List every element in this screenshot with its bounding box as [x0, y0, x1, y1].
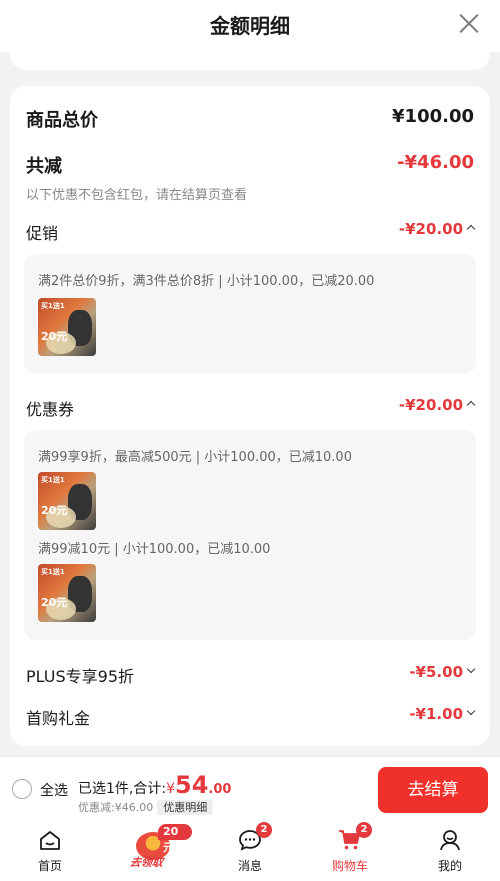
first-gift-value: -¥1.00 — [409, 705, 476, 723]
promo-coupon-entry[interactable]: 20元 去领取 — [124, 822, 192, 881]
select-all-checkbox[interactable] — [12, 779, 32, 799]
thumb-price-text: 20元 — [41, 504, 68, 517]
amount-detail-card: 商品总价 ¥100.00 共减 -¥46.00 以下优惠不包含红包，请在结算页查… — [10, 86, 490, 746]
tab-home[interactable]: 首页 — [20, 822, 80, 881]
header: 金额明细 — [0, 0, 500, 52]
page-title: 金额明细 — [210, 14, 290, 38]
discount-text: 优惠减:¥46.00 — [78, 801, 154, 814]
total-value: ¥100.00 — [392, 106, 474, 127]
coupon-detail-box: 满99享9折，最高减500元 | 小计100.00，已减10.00 买1送1 2… — [24, 430, 476, 640]
first-gift-label: 首购礼金 — [26, 709, 91, 728]
selected-count-text: 已选1件,合计: — [78, 781, 167, 797]
total-summary: 已选1件,合计:¥54.00 — [78, 771, 231, 799]
reduce-note: 以下优惠不包含红包，请在结算页查看 — [26, 188, 248, 203]
first-gift-row[interactable]: 首购礼金 -¥1.00 — [26, 705, 476, 729]
total-amount-decimal: .00 — [208, 782, 232, 797]
plus-label: PLUS专享95折 — [26, 667, 134, 686]
tab-cart-label: 购物车 — [331, 859, 368, 873]
thumb-promo-text: 买1送1 — [41, 302, 65, 310]
bottom-tabbar: 首页 20元 去领取 2 消息 2 购物车 我的 — [0, 822, 500, 881]
tab-cart[interactable]: 2 购物车 — [320, 822, 380, 881]
chevron-up-icon — [466, 224, 476, 234]
tab-profile[interactable]: 我的 — [420, 822, 480, 881]
checkout-button[interactable]: 去结算 — [378, 767, 488, 813]
cart-badge: 2 — [356, 822, 372, 838]
coupon-rule-text: 满99减10元 | 小计100.00，已减10.00 — [38, 542, 271, 557]
promotion-row[interactable]: 促销 -¥20.00 — [26, 220, 476, 244]
home-icon — [40, 831, 60, 850]
thumb-price-text: 20元 — [41, 596, 68, 609]
message-badge: 2 — [256, 822, 272, 838]
total-amount-integer: 54 — [175, 771, 209, 799]
coupon-rule-text: 满99享9折，最高减500元 | 小计100.00，已减10.00 — [38, 450, 352, 465]
promotion-detail-box: 满2件总价9折，满3件总价8折 | 小计100.00，已减20.00 买1送1 … — [24, 254, 476, 374]
total-label: 商品总价 — [26, 110, 98, 131]
promotion-rule-text: 满2件总价9折，满3件总价8折 | 小计100.00，已减20.00 — [38, 274, 375, 289]
reduce-value: -¥46.00 — [397, 152, 474, 173]
tab-messages-label: 消息 — [237, 859, 262, 873]
tab-home-label: 首页 — [37, 859, 62, 873]
promotion-label: 促销 — [26, 224, 59, 243]
chevron-up-icon — [466, 400, 476, 410]
product-thumbnail[interactable]: 买1送1 20元 — [38, 564, 96, 622]
promotion-value: -¥20.00 — [399, 220, 476, 238]
currency-symbol: ¥ — [166, 781, 175, 797]
select-all-label[interactable]: 全选 — [40, 780, 68, 800]
chevron-down-icon — [466, 706, 476, 716]
thumb-promo-text: 买1送1 — [41, 568, 65, 576]
reduce-row: 共减 -¥46.00 以下优惠不包含红包，请在结算页查看 — [26, 152, 474, 203]
chevron-down-icon — [466, 664, 476, 674]
coupon-row[interactable]: 优惠券 -¥20.00 — [26, 396, 476, 420]
thumb-promo-text: 买1送1 — [41, 476, 65, 484]
profile-icon — [440, 830, 460, 851]
coupon-value: -¥20.00 — [399, 396, 476, 414]
promo-badge: 20元 — [158, 824, 192, 854]
reduce-label: 共减 — [26, 156, 62, 177]
close-icon[interactable] — [458, 12, 480, 34]
discount-summary: 优惠减:¥46.00 优惠明细 — [78, 799, 214, 815]
plus-value: -¥5.00 — [409, 663, 476, 681]
coupon-label: 优惠券 — [26, 400, 75, 419]
discount-detail-tag[interactable]: 优惠明细 — [157, 800, 214, 815]
tab-messages[interactable]: 2 消息 — [220, 822, 280, 881]
product-thumbnail[interactable]: 买1送1 20元 — [38, 472, 96, 530]
previous-card-edge — [10, 50, 490, 70]
plus-row[interactable]: PLUS专享95折 -¥5.00 — [26, 663, 476, 687]
total-row: 商品总价 ¥100.00 — [26, 106, 474, 132]
product-thumbnail[interactable]: 买1送1 20元 — [38, 298, 96, 356]
thumb-price-text: 20元 — [41, 330, 68, 343]
checkout-bar: 全选 已选1件,合计:¥54.00 优惠减:¥46.00 优惠明细 去结算 — [0, 756, 500, 822]
promo-text: 去领取 — [129, 856, 164, 869]
tab-profile-label: 我的 — [437, 859, 462, 873]
